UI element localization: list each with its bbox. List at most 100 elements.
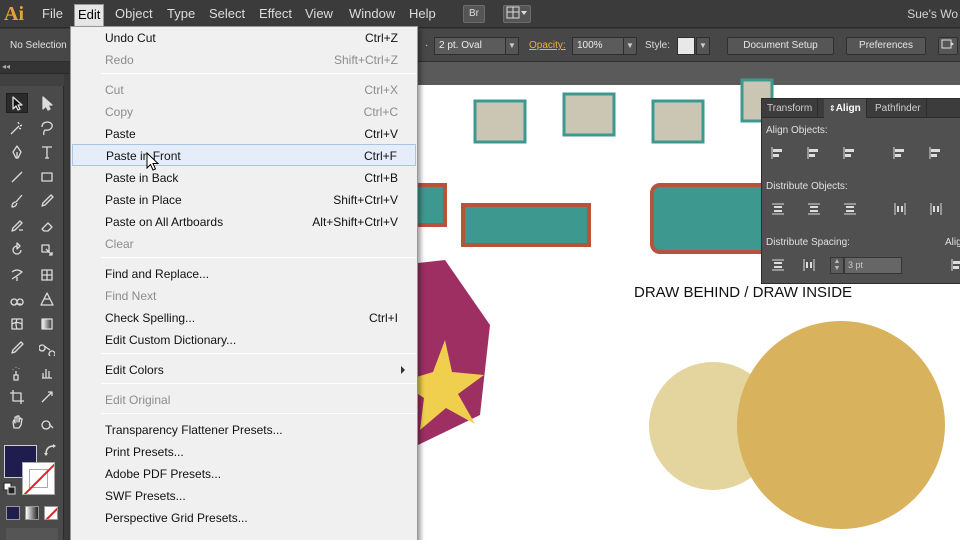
tab-transform[interactable]: Transform xyxy=(762,99,819,118)
distribute-vertical-center-button[interactable] xyxy=(803,199,825,219)
rectangle-tool[interactable] xyxy=(36,167,58,187)
gradient-mode-button[interactable] xyxy=(25,506,39,520)
menu-edit[interactable]: Edit xyxy=(74,4,105,28)
spacing-value-field[interactable]: 3 pt xyxy=(844,257,902,274)
opacity-dropdown-arrow[interactable]: ▼ xyxy=(623,37,637,55)
menu-type[interactable]: Type xyxy=(164,6,198,24)
menu-item-shortcut: Ctrl+I xyxy=(368,311,398,325)
horizontal-align-right-button[interactable] xyxy=(839,143,861,163)
artboard-tool[interactable] xyxy=(6,387,28,407)
spacing-stepper[interactable]: ▲ ▼ xyxy=(830,257,844,274)
direct-selection-tool[interactable] xyxy=(36,93,58,113)
menu-effect[interactable]: Effect xyxy=(256,6,295,24)
tab-pathfinder[interactable]: Pathfinder xyxy=(870,99,927,118)
gradient-tool[interactable] xyxy=(36,314,58,334)
swap-fill-stroke-icon[interactable] xyxy=(44,444,58,458)
menu-item-edit-custom-dictionary[interactable]: Edit Custom Dictionary... xyxy=(72,329,416,351)
vertical-align-top-button[interactable] xyxy=(889,143,911,163)
style-dropdown-arrow[interactable]: ▼ xyxy=(696,37,710,55)
vertical-distribute-space-button[interactable] xyxy=(767,255,789,275)
horizontal-align-center-button[interactable] xyxy=(803,143,825,163)
menu-item-shortcut: Ctrl+C xyxy=(363,105,398,119)
menu-window[interactable]: Window xyxy=(346,6,398,24)
line-segment-icon xyxy=(11,171,23,182)
menu-view[interactable]: View xyxy=(302,6,336,24)
blend-tool[interactable] xyxy=(36,338,58,358)
menu-item-find-and-replace[interactable]: Find and Replace... xyxy=(72,263,416,285)
symbol-sprayer-tool[interactable] xyxy=(6,363,28,383)
menu-select[interactable]: Select xyxy=(206,6,248,24)
default-fill-stroke-icon[interactable] xyxy=(3,482,17,496)
menu-item-transparency-flattener-presets[interactable]: Transparency Flattener Presets... xyxy=(72,419,416,441)
menu-item-edit-colors[interactable]: Edit Colors xyxy=(72,359,416,381)
menu-file[interactable]: File xyxy=(39,6,66,24)
menu-item-paste-on-all-artboards[interactable]: Paste on All Artboards Alt+Shift+Ctrl+V xyxy=(72,211,416,233)
tab-align[interactable]: ⇕Align xyxy=(824,99,867,118)
pencil-tool[interactable] xyxy=(36,191,58,211)
color-mode-button[interactable] xyxy=(6,506,20,520)
menu-item-shortcut: Ctrl+X xyxy=(364,83,398,97)
document-setup-button[interactable]: Document Setup xyxy=(727,37,834,55)
distribute-top-button[interactable] xyxy=(767,199,789,219)
bridge-button[interactable]: Br xyxy=(463,5,485,23)
column-graph-tool[interactable] xyxy=(36,363,58,383)
paintbrush-tool[interactable] xyxy=(6,191,28,211)
hand-tool[interactable] xyxy=(6,412,28,432)
workspace-switcher[interactable]: Sue's Wo xyxy=(907,7,958,21)
shape-builder-tool[interactable] xyxy=(6,289,28,309)
menu-item-check-spelling[interactable]: Check Spelling... Ctrl+I xyxy=(72,307,416,329)
selection-tool[interactable] xyxy=(6,93,28,113)
menu-item-undo-cut[interactable]: Undo Cut Ctrl+Z xyxy=(72,27,416,49)
pen-tool[interactable] xyxy=(6,142,28,162)
horizontal-align-left-button[interactable] xyxy=(767,143,789,163)
line-segment-tool[interactable] xyxy=(6,167,28,187)
rotate-tool[interactable] xyxy=(6,240,28,260)
distribute-horizontal-center-button[interactable] xyxy=(925,199,947,219)
vertical-align-center-button[interactable] xyxy=(925,143,947,163)
menu-item-perspective-grid-presets[interactable]: Perspective Grid Presets... xyxy=(72,507,416,529)
menu-item-paste-in-front[interactable]: Paste in Front Ctrl+F xyxy=(72,144,416,166)
screen-mode-row[interactable] xyxy=(6,528,58,540)
slice-tool[interactable] xyxy=(36,387,58,407)
mesh-tool[interactable] xyxy=(6,314,28,334)
perspective-grid-icon xyxy=(40,292,54,306)
stroke-color-swatch[interactable] xyxy=(22,462,55,495)
menu-item-paste-in-place[interactable]: Paste in Place Shift+Ctrl+V xyxy=(72,189,416,211)
distribute-left-button[interactable] xyxy=(889,199,911,219)
eraser-tool[interactable] xyxy=(36,216,58,236)
menu-object[interactable]: Object xyxy=(112,6,156,24)
warp-tool[interactable] xyxy=(6,265,28,285)
control-panel-menu-button[interactable] xyxy=(938,37,958,55)
menu-item-paste[interactable]: Paste Ctrl+V xyxy=(72,123,416,145)
menu-item-print-presets[interactable]: Print Presets... xyxy=(72,441,416,463)
horizontal-distribute-space-button[interactable] xyxy=(798,255,820,275)
menu-item-label: Edit Original xyxy=(105,393,171,407)
opacity-field[interactable]: 100% xyxy=(572,37,624,55)
perspective-grid-tool[interactable] xyxy=(36,289,58,309)
scale-tool[interactable] xyxy=(36,240,58,260)
menu-item-paste-in-back[interactable]: Paste in Back Ctrl+B xyxy=(72,167,416,189)
toolbox-collapse-grip[interactable]: ◂◂ xyxy=(0,62,70,74)
none-mode-button[interactable] xyxy=(44,506,58,520)
graphic-style-swatch[interactable] xyxy=(677,37,695,55)
menu-help[interactable]: Help xyxy=(406,6,439,24)
lasso-tool[interactable] xyxy=(36,118,58,138)
distribute-bottom-button[interactable] xyxy=(839,199,861,219)
opacity-label[interactable]: Opacity: xyxy=(529,40,566,51)
blob-brush-tool[interactable] xyxy=(6,216,28,236)
eyedropper-tool[interactable] xyxy=(6,338,28,358)
menu-separator xyxy=(101,257,416,258)
menu-item-swf-presets[interactable]: SWF Presets... xyxy=(72,485,416,507)
brush-definition-field[interactable]: 2 pt. Oval xyxy=(434,37,506,55)
magic-wand-tool[interactable] xyxy=(6,118,28,138)
toolbox-header[interactable] xyxy=(0,74,64,86)
menu-item-adobe-pdf-presets[interactable]: Adobe PDF Presets... xyxy=(72,463,416,485)
magic-wand-icon xyxy=(10,121,23,134)
arrange-documents-button[interactable] xyxy=(503,5,531,23)
preferences-button[interactable]: Preferences xyxy=(846,37,926,55)
type-tool[interactable] xyxy=(36,142,58,162)
align-to-selection-button[interactable] xyxy=(947,255,960,275)
zoom-tool[interactable] xyxy=(36,412,58,432)
brush-dropdown-arrow[interactable]: ▼ xyxy=(505,37,519,55)
free-transform-tool[interactable] xyxy=(36,265,58,285)
